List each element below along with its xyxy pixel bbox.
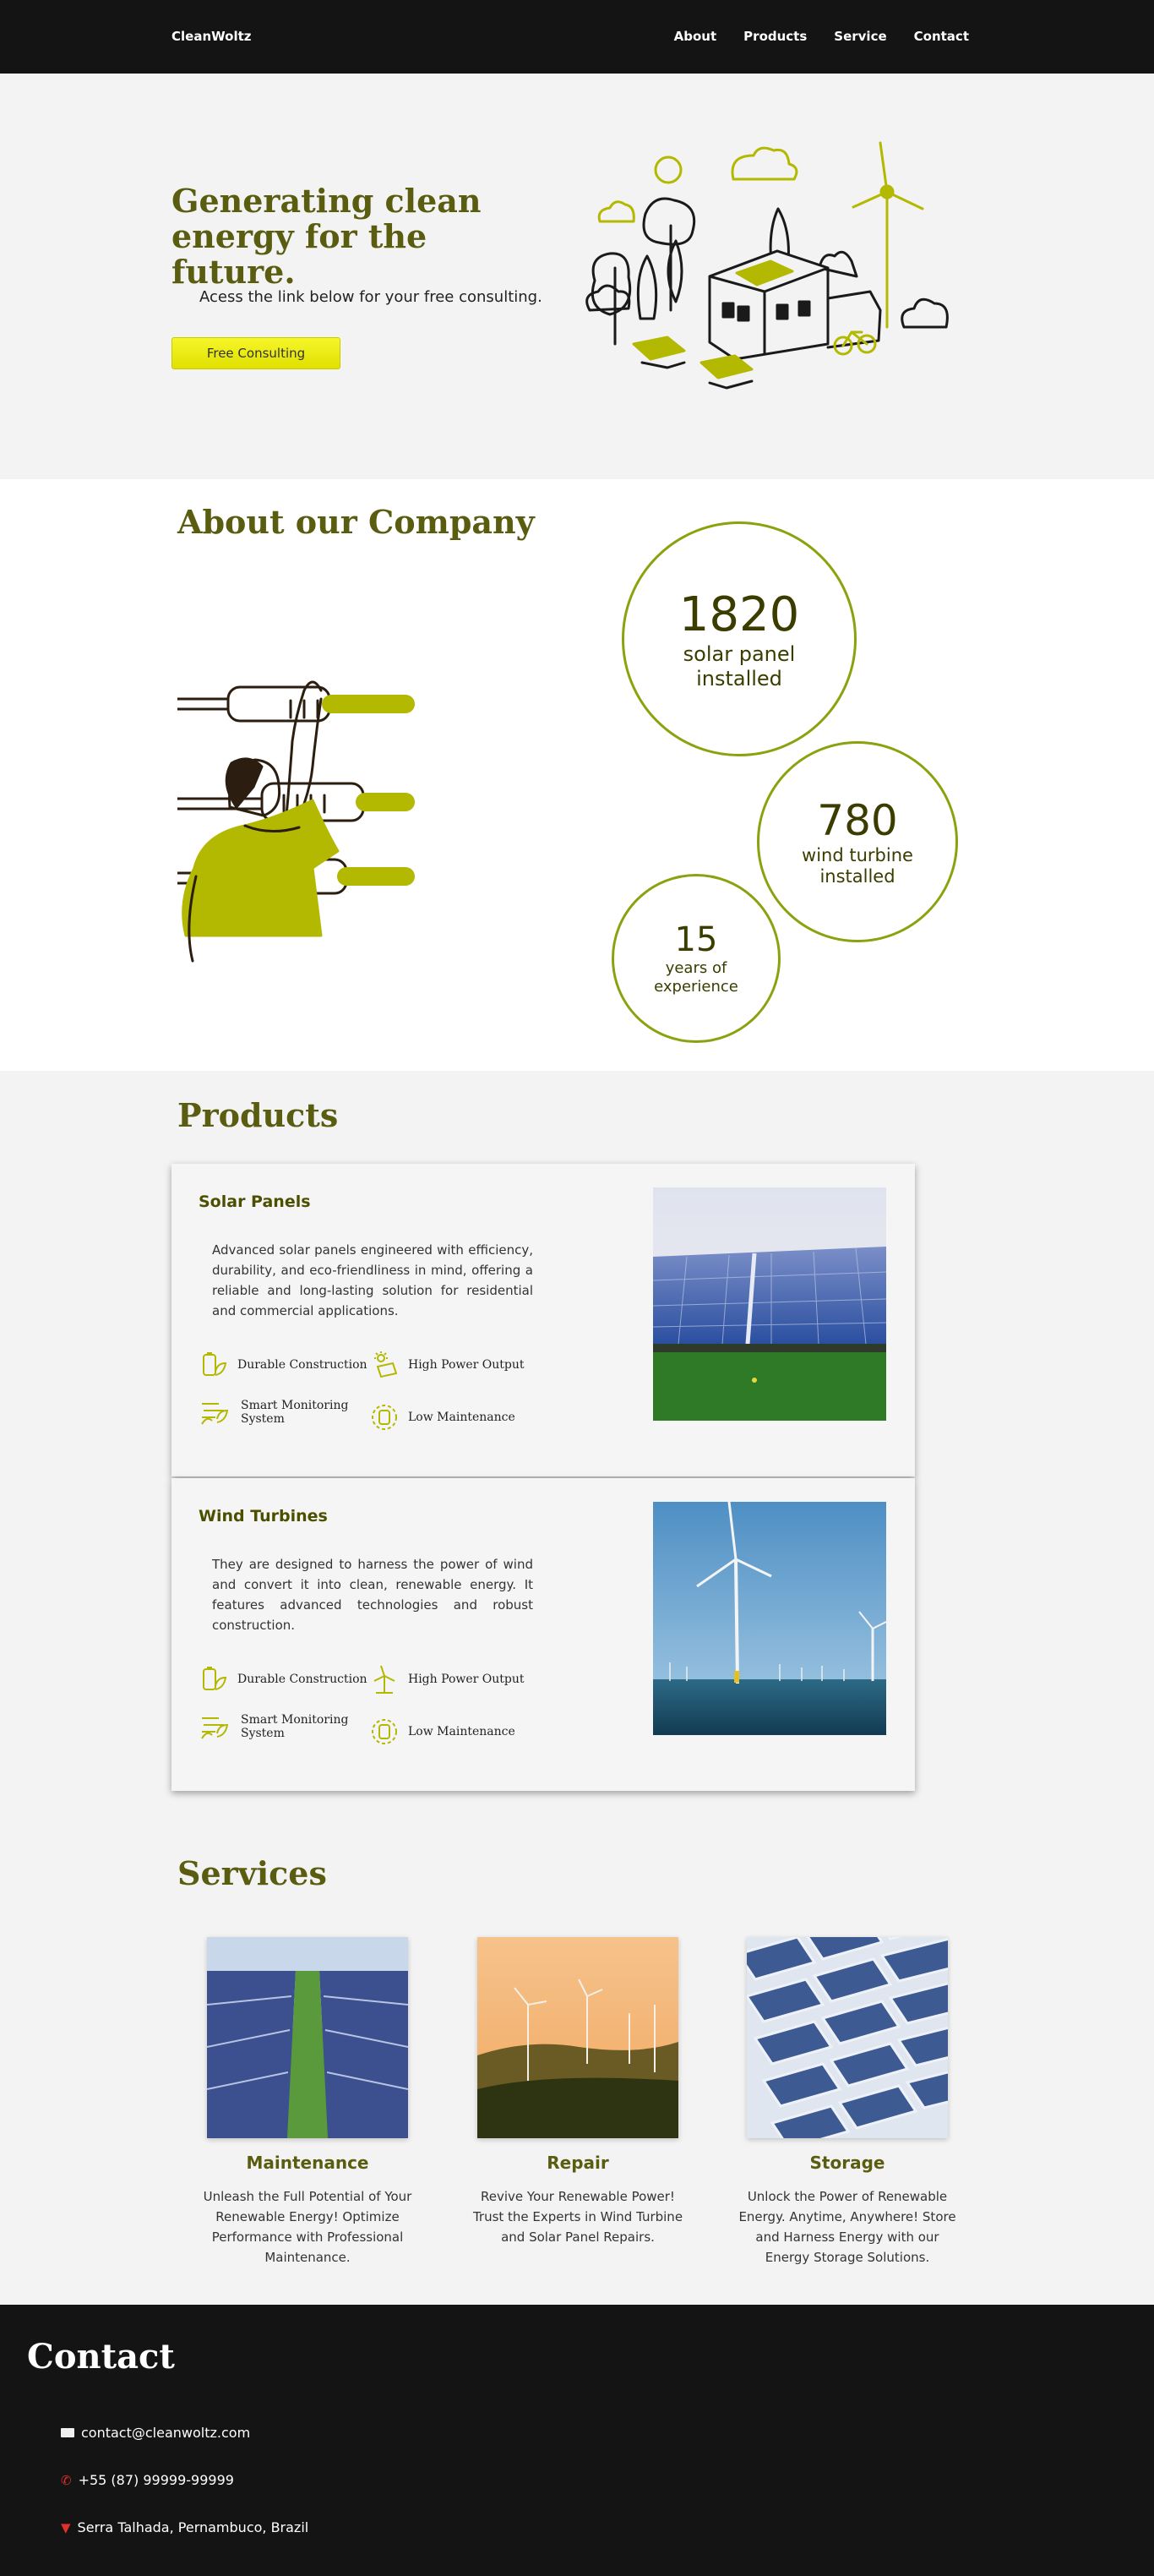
stat-circle-solar: 1820 solar panel installed	[622, 521, 857, 756]
contact-phone[interactable]: ✆ +55 (87) 99999-99999	[61, 2472, 234, 2488]
stat-label: wind turbine installed	[802, 844, 913, 887]
service-title: Storage	[809, 2153, 885, 2173]
stat-circle-years: 15 years of experience	[612, 874, 781, 1043]
address-text: Serra Talhada, Pernambuco, Brazil	[77, 2519, 309, 2535]
product-title: Wind Turbines	[199, 1507, 328, 1525]
feature-label: Durable Construction	[237, 1673, 367, 1686]
service-description: Unlock the Power of Renewable Energy. An…	[738, 2189, 956, 2265]
services-title: Services	[177, 1854, 327, 1892]
stat-number: 15	[674, 920, 718, 960]
hero-section: Generating clean energy for the future. …	[0, 74, 1154, 479]
contact-title: Contact	[27, 2337, 175, 2377]
stat-number: 780	[817, 795, 898, 845]
free-consulting-button[interactable]: Free Consulting	[171, 337, 340, 369]
feature-label: Low Maintenance	[408, 1411, 515, 1424]
feature-item: High Power Output	[369, 1350, 525, 1380]
service-description: Revive Your Renewable Power! Trust the E…	[472, 2189, 683, 2245]
contact-section: Contact contact@cleanwoltz.com ✆ +55 (87…	[0, 2305, 1154, 2576]
feature-item: Smart Monitoring System	[199, 1711, 359, 1742]
email-text[interactable]: contact@cleanwoltz.com	[81, 2425, 250, 2441]
person-illustration	[177, 680, 415, 963]
phone-icon: ✆	[61, 2472, 72, 2488]
wind-turbine-photo	[653, 1502, 886, 1735]
products-title: Products	[177, 1096, 339, 1134]
contact-address: ▼ Serra Talhada, Pernambuco, Brazil	[61, 2519, 308, 2535]
battery-leaf-icon	[203, 1667, 227, 1690]
service-title: Maintenance	[246, 2153, 369, 2173]
envelope-icon	[61, 2428, 74, 2437]
monitoring-icon	[201, 1403, 229, 1425]
stat-circle-wind: 780 wind turbine installed	[757, 741, 958, 942]
repair-photo[interactable]	[477, 1937, 678, 2138]
products-section: Products Solar Panels Advanced solar pan…	[0, 1071, 1154, 2296]
service-description: Unleash the Full Potential of Your Renew…	[203, 2189, 412, 2265]
feature-label: Smart Monitoring System	[241, 1399, 349, 1426]
nav-link-about[interactable]: About	[674, 29, 717, 44]
brand-logo[interactable]: CleanWoltz	[171, 29, 251, 44]
nav-link-contact[interactable]: Contact	[914, 29, 969, 44]
eco-house-illustration	[585, 141, 949, 390]
maintenance-icon	[372, 1719, 397, 1744]
feature-item: Smart Monitoring System	[199, 1397, 359, 1427]
feature-label: Durable Construction	[237, 1358, 367, 1372]
service-title: Repair	[547, 2153, 609, 2173]
contact-email[interactable]: contact@cleanwoltz.com	[61, 2425, 250, 2441]
feature-item: Low Maintenance	[369, 1716, 515, 1747]
wind-turbine-icon	[373, 1665, 395, 1694]
nav-link-service[interactable]: Service	[834, 29, 886, 44]
hero-subtitle: Acess the link below for your free consu…	[199, 288, 542, 306]
stat-number: 1820	[678, 587, 800, 642]
feature-item: High Power Output	[369, 1664, 525, 1695]
product-description: Advanced solar panels engineered with ef…	[212, 1242, 533, 1318]
feature-label: High Power Output	[408, 1358, 525, 1372]
product-title: Solar Panels	[199, 1192, 311, 1211]
maintenance-photo[interactable]	[207, 1937, 408, 2138]
feature-item: Durable Construction	[199, 1350, 367, 1380]
about-title: About our Company	[177, 503, 535, 541]
location-pin-icon: ▼	[61, 2519, 71, 2535]
nav-links: About Products Service Contact	[674, 29, 969, 44]
product-card-wind[interactable]: Wind Turbines They are designed to harne…	[171, 1478, 915, 1791]
feature-label: High Power Output	[408, 1673, 525, 1686]
monitoring-icon	[201, 1717, 229, 1739]
solar-panel-photo	[653, 1187, 886, 1421]
feature-item: Low Maintenance	[369, 1402, 515, 1433]
battery-leaf-icon	[203, 1352, 227, 1376]
about-section: About our Company 1820 solar panel insta…	[0, 479, 1154, 1071]
maintenance-icon	[372, 1405, 397, 1430]
hero-title: Generating clean energy for the future.	[171, 182, 482, 291]
top-navbar: CleanWoltz About Products Service Contac…	[0, 0, 1154, 74]
product-card-solar[interactable]: Solar Panels Advanced solar panels engin…	[171, 1164, 915, 1476]
solar-power-icon	[374, 1351, 398, 1378]
feature-label: Smart Monitoring System	[241, 1713, 349, 1740]
stat-label: years of experience	[654, 959, 738, 996]
storage-photo[interactable]	[747, 1937, 948, 2138]
feature-label: Low Maintenance	[408, 1725, 515, 1738]
nav-link-products[interactable]: Products	[743, 29, 807, 44]
phone-text[interactable]: +55 (87) 99999-99999	[79, 2472, 234, 2488]
product-description: They are designed to harness the power o…	[212, 1557, 533, 1633]
feature-item: Durable Construction	[199, 1664, 367, 1695]
stat-label: solar panel installed	[683, 641, 796, 690]
